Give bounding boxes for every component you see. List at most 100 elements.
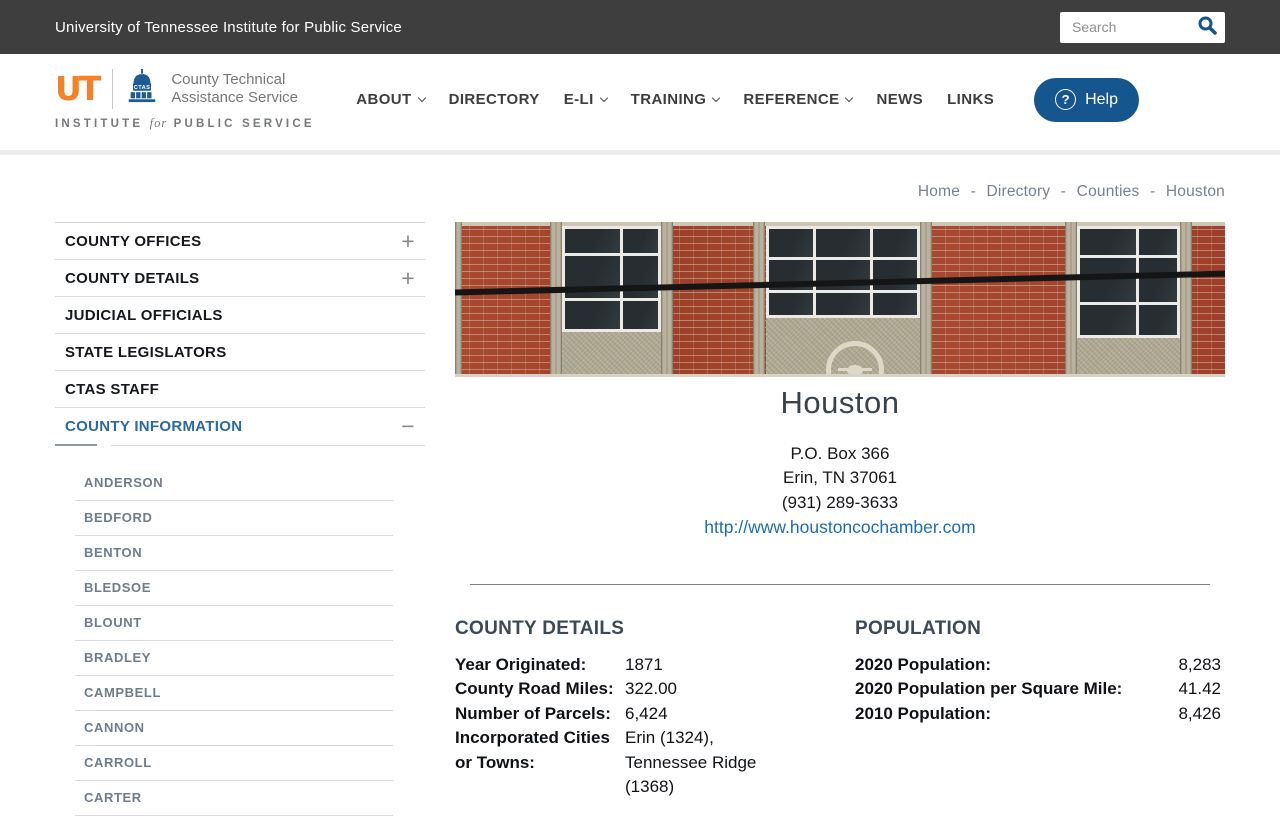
county-link-bradley[interactable]: BRADLEY [75,641,393,676]
sidebar: COUNTY OFFICES + COUNTY DETAILS + JUDICI… [55,222,425,816]
county-link-carroll[interactable]: CARROLL [75,746,393,781]
nav-training[interactable]: TRAINING [631,91,721,108]
population-label: 2020 Population per Square Mile: [855,679,1123,699]
detail-row: Year Originated: 1871 [455,653,855,678]
minus-icon: − [401,412,415,439]
nav-news[interactable]: NEWS [876,91,923,108]
county-link-bedford[interactable]: BEDFORD [75,501,393,536]
photo-sill [455,374,1225,377]
address-line-2: Erin, TN 37061 [782,468,898,488]
ctas-logo[interactable]: UT CTAS County Technical Assistance Serv [55,68,315,131]
pilaster [1180,222,1192,377]
pilaster [661,222,673,377]
pilaster [455,222,462,377]
population-label: 2010 Population: [855,703,992,723]
site-title: University of Tennessee Institute for Pu… [55,18,402,36]
page-title: Houston [780,385,900,420]
detail-row: Number of Parcels: 6,424 [455,702,855,727]
population-value: 8,283 [1178,654,1221,674]
county-list: ANDERSON BEDFORD BENTON BLEDSOE BLOUNT B… [75,466,393,816]
plus-icon: + [401,264,415,291]
detail-label: Incorporated Cities or Towns: [455,728,610,772]
sidebar-item-state-legislators[interactable]: STATE LEGISLATORS [55,333,425,370]
window-left [562,226,661,332]
county-link-carter[interactable]: CARTER [75,781,393,816]
detail-label: Year Originated: [455,654,587,674]
nav-directory[interactable]: DIRECTORY [449,91,540,108]
detail-label: County Road Miles: [455,679,614,699]
county-building-photo [455,222,1225,377]
chevron-down-icon [712,93,721,103]
window-center [766,226,920,318]
population-value: 8,426 [1178,703,1221,723]
county-main-panel: Houston P.O. Box 366 Erin, TN 37061 (931… [455,222,1225,800]
svg-text:CTAS: CTAS [134,85,151,91]
search-button[interactable] [1193,14,1221,41]
sidebar-item-county-information[interactable]: COUNTY INFORMATION − [55,407,425,444]
breadcrumb-separator: - [1060,183,1067,200]
pilaster [920,222,932,377]
detail-value: Erin (1324), Tennessee Ridge (1368) [625,728,757,797]
detail-row: Incorporated Cities or Towns: Erin (1324… [455,726,855,800]
chevron-down-icon [417,93,426,103]
detail-value: 1871 [625,654,663,674]
info-columns: COUNTY DETAILS Year Originated: 1871 Cou… [455,618,1225,800]
pilaster [550,222,562,377]
sidebar-item-ctas-staff[interactable]: CTAS STAFF [55,370,425,407]
section-divider [470,583,1210,585]
main-header: UT CTAS County Technical Assistance Serv [0,54,1280,155]
county-link-blount[interactable]: BLOUNT [75,606,393,641]
sidebar-item-county-offices[interactable]: COUNTY OFFICES + [55,222,425,259]
county-link-bledsoe[interactable]: BLEDSOE [75,571,393,606]
nav-e-li[interactable]: E-LI [564,91,608,108]
pilaster [753,222,765,377]
search-box [1060,11,1225,43]
active-section-underline [55,444,425,446]
breadcrumb-counties[interactable]: Counties [1077,183,1140,200]
chevron-down-icon [845,93,854,103]
detail-value: 322.00 [625,679,677,699]
detail-label: Number of Parcels: [455,703,611,723]
county-link-cannon[interactable]: CANNON [75,711,393,746]
county-link-anderson[interactable]: ANDERSON [75,466,393,501]
population-row: 2020 Population per Square Mile: 41.42 [855,677,1225,702]
breadcrumb-current: Houston [1165,183,1225,200]
search-input[interactable] [1060,11,1185,43]
nav-about[interactable]: ABOUT [356,91,426,108]
plus-icon: + [401,227,415,254]
concrete-panel [562,332,661,377]
population-label: 2020 Population: [855,654,992,674]
concrete-panel [1077,338,1180,377]
nav-links[interactable]: LINKS [947,91,994,108]
population-row: 2010 Population: 8,426 [855,702,1225,727]
sidebar-item-judicial-officials[interactable]: JUDICIAL OFFICIALS [55,296,425,333]
window-right [1077,226,1180,338]
pilaster [1065,222,1077,377]
sidebar-item-county-details[interactable]: COUNTY DETAILS + [55,259,425,296]
search-icon [1197,15,1218,39]
capitol-icon: CTAS [124,68,160,109]
breadcrumb: Home - Directory - Counties - Houston [918,183,1225,201]
page-content: Home - Directory - Counties - Houston CO… [0,155,1280,816]
primary-nav: ABOUT DIRECTORY E-LI TRAINING REFERENCE … [356,77,1139,122]
question-mark-icon: ? [1055,89,1077,110]
logo-divider [112,68,114,109]
institute-tagline: INSTITUTE for PUBLIC SERVICE [55,116,315,130]
county-details-section: COUNTY DETAILS Year Originated: 1871 Cou… [455,618,855,800]
county-details-heading: COUNTY DETAILS [455,617,625,639]
population-section: POPULATION 2020 Population: 8,283 2020 P… [855,618,1225,800]
county-link-benton[interactable]: BENTON [75,536,393,571]
county-link-campbell[interactable]: CAMPBELL [75,676,393,711]
breadcrumb-directory[interactable]: Directory [986,183,1050,200]
county-address: P.O. Box 366 Erin, TN 37061 (931) 289-36… [455,442,1225,516]
help-button[interactable]: ? Help [1034,77,1139,122]
county-website-link[interactable]: http://www.houstoncochamber.com [455,515,1225,540]
population-value: 41.42 [1178,679,1221,699]
nav-reference[interactable]: REFERENCE [743,91,854,108]
breadcrumb-separator: - [970,183,976,200]
breadcrumb-separator: - [1149,183,1156,200]
address-line-1: P.O. Box 366 [790,443,890,463]
breadcrumb-home[interactable]: Home [918,183,960,200]
county-phone: (931) 289-3633 [781,492,899,512]
detail-value: 6,424 [625,703,668,723]
